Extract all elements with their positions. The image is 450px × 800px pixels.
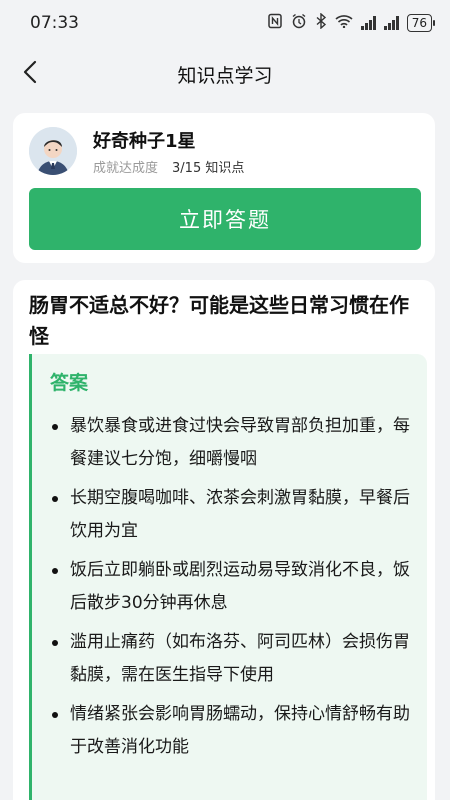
article-card: 肠胃不适总不好？可能是这些日常习惯在作怪 答案 暴饮暴食或进食过快会导致胃部负担… (13, 280, 435, 800)
signal-icon (360, 16, 376, 30)
answer-box: 答案 暴饮暴食或进食过快会导致胃部负担加重，每餐建议七分饱，细嚼慢咽 长期空腹喝… (29, 354, 427, 800)
nav-bar: 知识点学习 (0, 46, 450, 102)
bluetooth-icon (315, 12, 327, 33)
chevron-left-icon (22, 60, 38, 88)
list-item: 长期空腹喝咖啡、浓茶会刺激胃黏膜，早餐后饮用为宜 (52, 482, 422, 548)
list-item-text: 滥用止痛药（如布洛芬、阿司匹林）会损伤胃黏膜，需在医生指导下使用 (70, 632, 410, 685)
answer-now-button[interactable]: 立即答题 (29, 188, 421, 250)
list-item: 滥用止痛药（如布洛芬、阿司匹林）会损伤胃黏膜，需在医生指导下使用 (52, 626, 422, 692)
status-icons: 76 (267, 12, 436, 33)
answer-heading: 答案 (50, 372, 89, 394)
list-item-text: 情绪紧张会影响胃肠蠕动，保持心情舒畅有助于改善消化功能 (70, 704, 410, 757)
article-title: 肠胃不适总不好？可能是这些日常习惯在作怪 (29, 293, 409, 348)
bullet-icon (52, 568, 58, 574)
list-item: 饭后立即躺卧或剧烈运动易导致消化不良，饭后散步30分钟再休息 (52, 554, 422, 620)
answer-list: 暴饮暴食或进食过快会导致胃部负担加重，每餐建议七分饱，细嚼慢咽 长期空腹喝咖啡、… (52, 410, 422, 770)
status-time: 07:33 (30, 13, 79, 33)
progress-value: 3/15 知识点 (172, 161, 245, 176)
back-button[interactable] (12, 56, 48, 92)
profile-card: 好奇种子1星 成就达成度 3/15 知识点 立即答题 (13, 113, 435, 263)
bullet-icon (52, 712, 58, 718)
alarm-icon (291, 13, 307, 33)
battery-icon: 76 (406, 14, 436, 32)
wifi-icon (335, 14, 353, 32)
bullet-icon (52, 424, 58, 430)
progress-label: 成就达成度 (93, 161, 159, 176)
profile-name: 好奇种子1星 (93, 131, 196, 152)
list-item: 暴饮暴食或进食过快会导致胃部负担加重，每餐建议七分饱，细嚼慢咽 (52, 410, 422, 476)
battery-level: 76 (411, 15, 427, 30)
progress-row: 成就达成度 3/15 知识点 (93, 157, 244, 176)
list-item-text: 饭后立即躺卧或剧烈运动易导致消化不良，饭后散步30分钟再休息 (70, 560, 410, 613)
bullet-icon (52, 496, 58, 502)
list-item: 情绪紧张会影响胃肠蠕动，保持心情舒畅有助于改善消化功能 (52, 698, 422, 764)
avatar (29, 127, 77, 175)
list-item-text: 暴饮暴食或进食过快会导致胃部负担加重，每餐建议七分饱，细嚼慢咽 (70, 416, 410, 469)
page-title: 知识点学习 (177, 64, 273, 87)
bullet-icon (52, 640, 58, 646)
nfc-icon (267, 13, 283, 33)
list-item-text: 长期空腹喝咖啡、浓茶会刺激胃黏膜，早餐后饮用为宜 (70, 488, 410, 541)
status-bar: 07:33 76 (0, 0, 450, 46)
signal-icon (383, 16, 399, 30)
